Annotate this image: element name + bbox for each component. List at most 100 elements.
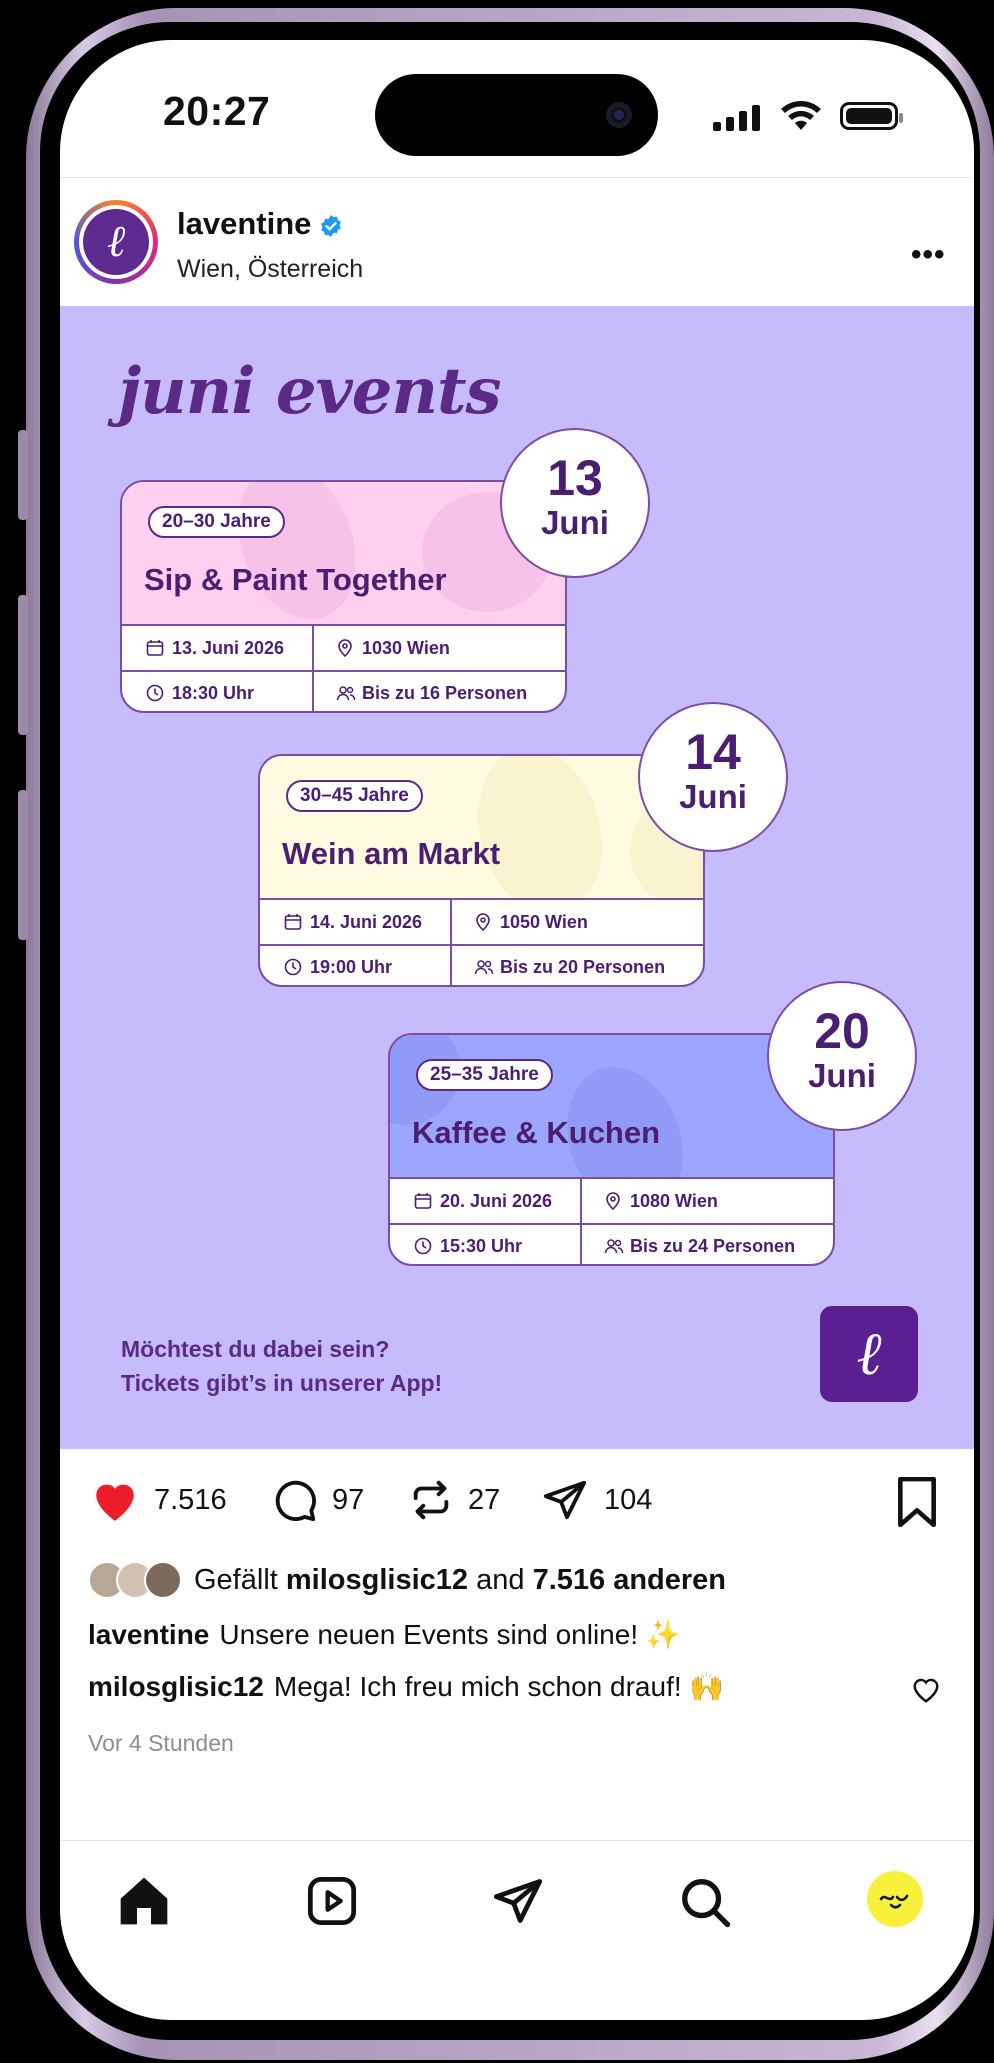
cta-line-2: Tickets gibt’s in unserer App!: [121, 1370, 443, 1396]
pattern-blob: [217, 482, 377, 624]
cta-line-1: Möchtest du dabei sein?: [121, 1336, 390, 1362]
event-card-header: 30–45 Jahre Wein am Markt: [260, 756, 703, 898]
post-image[interactable]: juni events 20–30 Jahre Sip & Paint Toge…: [60, 306, 974, 1449]
post-username[interactable]: laventine: [177, 206, 343, 242]
people-icon: [474, 960, 494, 975]
heart-filled-icon: [96, 1484, 134, 1521]
event-place: 1050 Wien: [450, 900, 588, 944]
date-circle-1: 13 Juni: [500, 428, 650, 578]
battery-icon: [840, 102, 903, 130]
calendar-icon: [414, 1193, 432, 1209]
comment-count: 97: [332, 1483, 365, 1516]
event-card-1: 20–30 Jahre Sip & Paint Together 13. Jun…: [120, 480, 567, 713]
save-button[interactable]: [896, 1477, 938, 1527]
liked-by-row[interactable]: Gefällt milosglisic12 and 7.516 anderen: [88, 1560, 726, 1600]
repost-count: 27: [468, 1483, 501, 1516]
liker-avatar: [144, 1561, 182, 1599]
comment-preview: milosglisic12 Mega! Ich freu mich schon d…: [88, 1670, 724, 1703]
home-icon[interactable]: [116, 1875, 172, 1927]
event-title: Kaffee & Kuchen: [412, 1115, 661, 1150]
wifi-icon: [781, 101, 821, 130]
event-capacity: Bis zu 24 Personen: [580, 1224, 795, 1264]
event-capacity: Bis zu 16 Personen: [312, 671, 527, 711]
clock-icon: [146, 684, 164, 702]
event-date: 13. Juni 2026: [122, 626, 284, 670]
screen: 20:27 ℓ laventine Wien, Österreich ••• j…: [60, 40, 974, 2020]
repost-icon: [413, 1480, 449, 1520]
liked-by-others[interactable]: 7.516 anderen: [533, 1564, 726, 1597]
age-badge: 30–45 Jahre: [286, 780, 423, 812]
people-icon: [336, 686, 356, 701]
liked-by-user[interactable]: milosglisic12: [286, 1564, 468, 1597]
calendar-icon: [284, 914, 302, 930]
camera-icon: [606, 102, 632, 128]
verified-badge-icon: [321, 214, 342, 237]
comment-button[interactable]: 97: [272, 1477, 364, 1523]
event-details: 14. Juni 2026 1050 Wien 19:00 Uhr Bis zu…: [260, 898, 703, 985]
share-count: 104: [604, 1483, 653, 1516]
date-day: 13: [547, 450, 603, 506]
post-actions: 7.516 97 27 104: [60, 1449, 974, 1549]
like-count: 7.516: [154, 1483, 227, 1516]
divider: [60, 177, 974, 178]
image-title: juni events: [118, 354, 502, 429]
volume-down-button: [18, 790, 28, 940]
username-text[interactable]: laventine: [177, 206, 311, 241]
pattern-blob: [547, 1050, 703, 1177]
share-button[interactable]: 104: [540, 1477, 652, 1523]
smiley-icon: [879, 1894, 909, 1909]
direct-message-icon[interactable]: [490, 1875, 546, 1927]
event-time: 15:30 Uhr: [390, 1224, 522, 1264]
dynamic-island: [375, 74, 658, 156]
age-badge: 25–35 Jahre: [416, 1059, 553, 1091]
caption-username[interactable]: laventine: [88, 1619, 209, 1650]
calendar-icon: [146, 640, 164, 656]
side-button: [18, 430, 28, 520]
date-circle-2: 14 Juni: [638, 702, 788, 852]
liked-by-and: and: [476, 1563, 525, 1596]
post-caption: laventine Unsere neuen Events sind online…: [88, 1618, 681, 1651]
comment-username[interactable]: milosglisic12: [88, 1671, 264, 1702]
clock-icon: [414, 1237, 432, 1255]
repost-button[interactable]: 27: [408, 1477, 500, 1523]
liked-by-prefix: Gefällt: [194, 1563, 278, 1596]
story-avatar[interactable]: ℓ: [74, 200, 158, 284]
clock-icon: [284, 958, 302, 976]
pattern-blob: [460, 756, 620, 898]
event-title: Sip & Paint Together: [144, 562, 447, 597]
date-month: Juni: [808, 1057, 876, 1094]
event-time: 19:00 Uhr: [260, 945, 392, 985]
age-badge: 20–30 Jahre: [148, 506, 285, 538]
signal-icon: [713, 105, 760, 131]
status-bar: 20:27: [60, 40, 974, 180]
caption-text: Unsere neuen Events sind online! ✨: [219, 1619, 681, 1650]
event-capacity: Bis zu 20 Personen: [450, 945, 665, 985]
event-card-header: 20–30 Jahre Sip & Paint Together: [122, 482, 565, 624]
reels-icon[interactable]: [306, 1875, 358, 1927]
location-pin-icon: [338, 639, 352, 657]
search-icon[interactable]: [678, 1875, 732, 1929]
like-button[interactable]: 7.516: [90, 1477, 227, 1523]
date-circle-3: 20 Juni: [767, 981, 917, 1131]
profile-avatar[interactable]: [867, 1871, 923, 1927]
location-pin-icon: [476, 913, 490, 931]
date-month: Juni: [541, 504, 609, 541]
event-title: Wein am Markt: [282, 836, 501, 871]
comment-like-icon[interactable]: [911, 1676, 941, 1704]
post-location[interactable]: Wien, Österreich: [177, 255, 363, 284]
call-to-action: Möchtest du dabei sein? Tickets gibt’s i…: [121, 1332, 442, 1400]
send-icon: [543, 1480, 587, 1520]
event-place: 1030 Wien: [312, 626, 450, 670]
event-date: 14. Juni 2026: [260, 900, 422, 944]
volume-up-button: [18, 595, 28, 735]
post-timestamp: Vor 4 Stunden: [88, 1730, 234, 1756]
bookmark-icon: [898, 1477, 936, 1527]
event-details: 13. Juni 2026 1030 Wien 18:30 Uhr Bis zu…: [122, 624, 565, 711]
date-day: 14: [685, 724, 741, 780]
more-options-button[interactable]: •••: [911, 238, 946, 272]
date-month: Juni: [679, 778, 747, 815]
event-details: 20. Juni 2026 1080 Wien 15:30 Uhr Bis zu…: [390, 1177, 833, 1264]
post-header: ℓ laventine Wien, Österreich •••: [60, 180, 974, 306]
status-time: 20:27: [163, 88, 271, 134]
comment-icon: [275, 1480, 316, 1522]
